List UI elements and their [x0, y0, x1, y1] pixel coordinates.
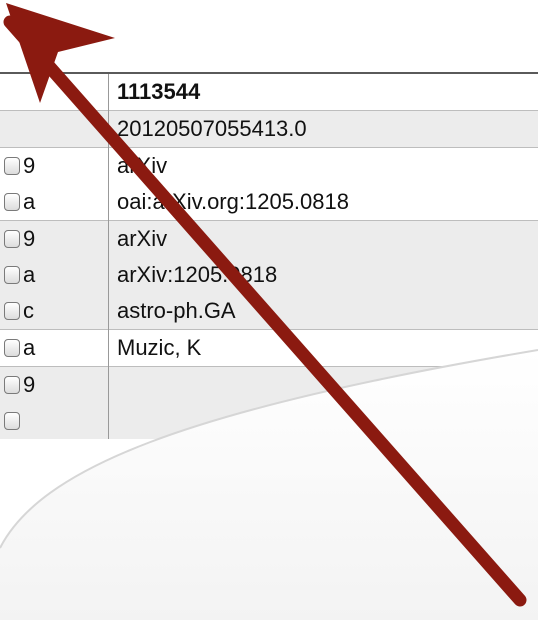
- subfield-checkbox[interactable]: [4, 157, 20, 175]
- subfield-code: a: [23, 335, 36, 360]
- subfield-checkbox[interactable]: [4, 193, 20, 211]
- record-fields: 1113544 20120507055413.0 9 arXiv a oai:arXiv.…: [0, 72, 538, 439]
- subfield-checkbox[interactable]: [4, 339, 20, 357]
- subfield-value: arXiv:1205.0818: [108, 257, 538, 293]
- subfield-code: a: [23, 262, 36, 287]
- subfield-code: a: [23, 189, 36, 214]
- field-row: [0, 403, 538, 439]
- subfield-value: arXiv: [108, 147, 538, 184]
- field-row: a oai:arXiv.org:1205.0818: [0, 184, 538, 221]
- subfield-cell: 9: [0, 220, 109, 257]
- subfield-code: c: [23, 298, 34, 323]
- subfield-cell: 9: [0, 147, 109, 184]
- field-row: 9 arXiv: [0, 147, 538, 184]
- marc-record-table: 1113544 20120507055413.0 9 arXiv a oai:arXiv.…: [0, 72, 538, 439]
- field-row: 9: [0, 366, 538, 403]
- subfield-value: oai:arXiv.org:1205.0818: [117, 189, 349, 214]
- subfield-cell: a: [0, 329, 109, 367]
- subfield-cell: [0, 110, 109, 148]
- subfield-checkbox[interactable]: [4, 266, 20, 284]
- subfield-value: [108, 366, 538, 403]
- subfield-value: arXiv: [108, 220, 538, 257]
- field-row: a arXiv:1205.0818: [0, 257, 538, 293]
- subfield-cell: [0, 72, 109, 111]
- field-row: 20120507055413.0: [0, 110, 538, 148]
- field-row: 1113544: [0, 72, 538, 111]
- subfield-cell: 9: [0, 366, 109, 403]
- field-row: 9 arXiv: [0, 220, 538, 257]
- record-body: 1113544 20120507055413.0 9 arXiv a oai:arXiv.…: [0, 72, 538, 439]
- subfield-value: 1113544: [108, 72, 538, 111]
- subfield-cell: c: [0, 293, 109, 330]
- subfield-checkbox[interactable]: [4, 302, 20, 320]
- subfield-checkbox[interactable]: [4, 412, 20, 430]
- subfield-code: 9: [23, 372, 36, 397]
- field-row: a Muzic, K: [0, 329, 538, 367]
- field-row: c astro-ph.GA: [0, 293, 538, 330]
- subfield-checkbox[interactable]: [4, 230, 20, 248]
- subfield-cell: a: [0, 257, 109, 293]
- subfield-code: 9: [23, 153, 36, 178]
- subfield-value: [108, 403, 538, 439]
- subfield-checkbox[interactable]: [4, 376, 20, 394]
- subfield-cell: [0, 403, 109, 439]
- subfield-value: 20120507055413.0: [108, 110, 538, 148]
- subfield-value: astro-ph.GA: [108, 293, 538, 330]
- subfield-value: Muzic, K: [108, 329, 538, 367]
- subfield-code: 9: [23, 226, 36, 251]
- subfield-cell: a: [0, 184, 109, 221]
